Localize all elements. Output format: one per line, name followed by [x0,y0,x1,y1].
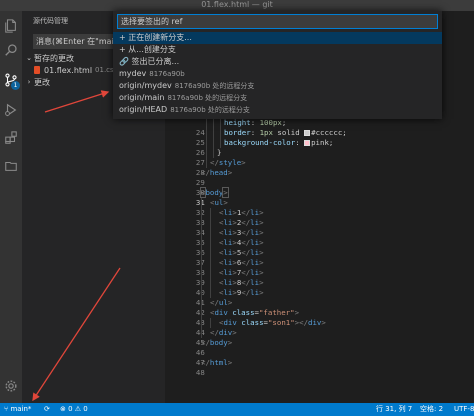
code-line: 36 <li>4</li> [165,238,474,257]
encoding-status[interactable]: UTF-8 [454,403,474,416]
title-bar: 01.flex.html — git [0,0,474,11]
checkout-detached-item[interactable]: 🔗 签出已分离... [113,56,442,68]
window-title: 01.flex.html — git [201,0,273,9]
code-line: 38 <li>6</li> [165,258,474,277]
manage-button[interactable] [0,375,22,397]
code-line: 32 <ul> [165,198,474,217]
code-line: 27 } [165,148,474,167]
indentation-status[interactable]: 空格: 2 [420,403,443,416]
create-branch-from-item[interactable]: + 从...创建分支 [113,44,442,56]
branch-icon: ⑂ [4,405,9,413]
problems-status-item[interactable]: ⊗ 0 ⚠ 0 [60,403,88,416]
status-bar: ⑂ main* ⟳ ⊗ 0 ⚠ 0 行 31, 列 7 空格: 2 UTF-8 [0,403,474,416]
code-line: 42 </ul> [165,298,474,317]
code-line: 33 <li>1</li> [165,208,474,227]
extensions-button[interactable] [0,127,22,149]
code-line: 39 <li>7</li> [165,268,474,287]
source-control-button[interactable]: 1 [0,69,22,91]
explorer-button[interactable] [0,15,22,37]
ref-item-mydev[interactable]: mydev 8176a90b [113,68,442,80]
ref-item-origin-head[interactable]: origin/HEAD 8176a90b 处的远程分支 [113,104,442,116]
search-button[interactable] [0,39,22,61]
run-debug-icon [5,103,17,117]
checkout-ref-quickpick: 选择要签出的 ref + 正在创建新分支... + 从...创建分支 🔗 签出已… [113,11,442,119]
run-debug-button[interactable] [0,99,22,121]
files-icon [5,19,16,33]
code-line: 29 </head> [165,168,474,187]
cursor-position[interactable]: 行 31, 列 7 [376,403,412,416]
code-line: 30 [165,178,474,197]
remote-explorer-button[interactable] [0,155,22,177]
panel-title: 源代码管理 [33,17,68,25]
line-number: 48 [195,368,205,377]
code-line: 41 <li>9</li> [165,288,474,307]
code-line: 28 </style> [165,158,474,177]
staged-file-name: 01.flex.html [44,65,93,75]
create-branch-item[interactable]: + 正在创建新分支... [113,32,442,44]
code-line: 25 border: 1px solid #cccccc; [165,128,474,147]
code-line-active: 31 <body> [165,187,474,207]
code-line: 40 <li>8</li> [165,278,474,297]
ref-item-origin-mydev[interactable]: origin/mydev 8176a90b 处的远程分支 [113,80,442,92]
html-file-icon [34,66,40,74]
activity-bar: 1 [0,11,22,403]
sync-icon[interactable]: ⟳ [44,403,50,416]
code-line: 34 <li>2</li> [165,218,474,237]
branch-status-item[interactable]: ⑂ main* [4,403,31,416]
link-icon: 🔗 [119,57,129,66]
changes-label: 更改 [34,77,50,87]
ref-item-origin-main[interactable]: origin/main 8176a90b 处的远程分支 [113,92,442,104]
staged-changes-label: 暂存的更改 [34,53,74,63]
code-line: 44 <div class="son1"></div> [165,318,474,337]
extensions-icon [5,131,17,144]
color-swatch[interactable] [304,130,311,136]
chevron-right-icon: › [27,78,31,86]
search-icon [5,44,17,56]
code-line: 46 </body> [165,338,474,357]
code-line: 37 <li>5</li> [165,248,474,267]
changes-badge: 1 [11,81,20,90]
chevron-down-icon: ⌄ [26,54,32,62]
code-line: 24 height: 100px; [165,118,474,137]
code-line: 43 <div class="father"> [165,308,474,327]
code-line: 35 <li>3</li> [165,228,474,247]
settings-gear-icon [5,380,17,392]
ref-search-input[interactable]: 选择要签出的 ref [117,14,438,29]
remote-explorer-icon [5,161,17,171]
code-line: 45 </div> [165,328,474,347]
code-line: 26 background-color: pink; [165,138,474,157]
color-swatch[interactable] [304,140,311,146]
code-line: 48 </html> [165,358,474,377]
code-line: 47 [165,348,474,367]
